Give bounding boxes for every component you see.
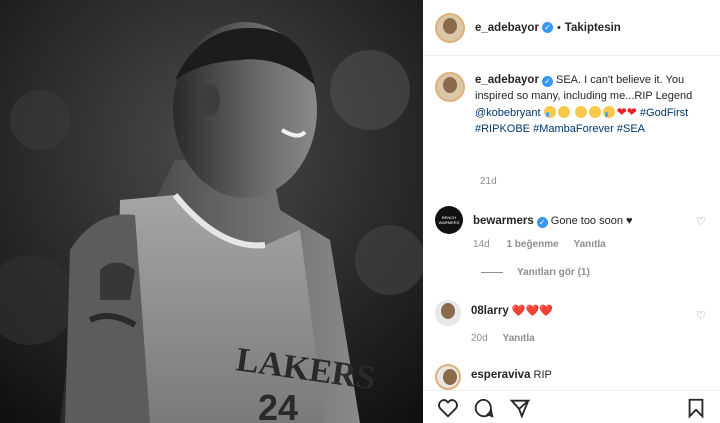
caption-avatar[interactable] (435, 72, 465, 102)
kobe-photo: LAKERS 24 (0, 0, 423, 423)
comment-item: esperaviva RIP (435, 364, 710, 390)
sad-emoji-icon (574, 106, 587, 118)
comment-time[interactable]: 14d (473, 239, 490, 250)
comment-username[interactable]: esperaviva (471, 369, 530, 381)
comment-time[interactable]: 20d (471, 333, 488, 344)
verified-badge-icon: ✓ (536, 217, 548, 228)
hashtag-link[interactable]: #MambaForever (533, 123, 614, 135)
comment-username[interactable]: 08larry (471, 305, 509, 317)
comment-username[interactable]: bewarmers (473, 215, 534, 227)
sad-emoji-icon (588, 106, 601, 118)
heart-outline-icon[interactable] (437, 397, 459, 419)
crying-emoji-icon (602, 106, 615, 118)
comment-text: ❤️❤️❤️ (511, 305, 553, 317)
comment-like-heart-icon[interactable]: ♡ (696, 309, 706, 322)
replies-divider (481, 272, 503, 273)
heart-emoji-icon: ❤ (616, 105, 627, 119)
post-header: e_adebayor ✓ • Takiptesin (423, 0, 720, 56)
avatar[interactable] (435, 12, 465, 43)
comment-like-heart-icon[interactable]: ♡ (696, 215, 706, 228)
reply-button[interactable]: Yanıtla (502, 333, 534, 344)
hashtag-link[interactable]: #SEA (617, 123, 645, 135)
paper-plane-icon[interactable] (509, 397, 531, 419)
comment-item: 08larry ❤️❤️❤️ 20d Yanıtla (435, 300, 710, 346)
verified-badge-icon: ✓ (541, 22, 553, 33)
comment-text: RIP (533, 369, 552, 381)
view-replies-button[interactable]: Yanıtları gör (1) (481, 267, 590, 278)
sad-emoji-icon (557, 106, 570, 118)
caption-username[interactable]: e_adebayor (475, 74, 539, 86)
hashtag-link[interactable]: #GodFirst (640, 107, 688, 119)
post-author-username[interactable]: e_adebayor (475, 22, 539, 34)
comment-text: Gone too soon ♥ (550, 215, 633, 227)
view-replies-label[interactable]: Yanıtları gör (1) (517, 267, 590, 278)
post-actions-bar (423, 390, 720, 423)
verified-badge-icon: ✓ (541, 76, 553, 87)
comment-item: BENCH WARMERS bewarmers ✓ Gone too soon ♥… (435, 206, 710, 252)
svg-text:24: 24 (258, 387, 298, 423)
bookmark-icon[interactable] (685, 397, 707, 419)
comment-likes[interactable]: 1 beğenme (506, 239, 558, 250)
mention-link[interactable]: @kobebryant (475, 107, 541, 119)
post-caption: e_adebayor ✓ SEA. I can't believe it. You… (435, 72, 710, 137)
comments-panel: e_adebayor ✓ • Takiptesin e_adebayor ✓ SE… (423, 0, 720, 423)
crying-emoji-icon (543, 106, 556, 118)
heart-emoji-icon: ❤ (626, 105, 637, 119)
comment-bubble-icon[interactable] (473, 397, 495, 419)
caption-timestamp[interactable]: 21d (480, 176, 497, 187)
commenter-avatar[interactable]: BENCH WARMERS (435, 206, 463, 234)
commenter-avatar[interactable] (435, 364, 461, 390)
post-photo[interactable]: LAKERS 24 (0, 0, 423, 423)
follow-status-button[interactable]: Takiptesin (565, 22, 621, 34)
commenter-avatar[interactable] (435, 300, 461, 326)
reply-button[interactable]: Yanıtla (574, 239, 606, 250)
separator-dot: • (556, 21, 561, 34)
hashtag-link[interactable]: #RIPKOBE (475, 123, 530, 135)
